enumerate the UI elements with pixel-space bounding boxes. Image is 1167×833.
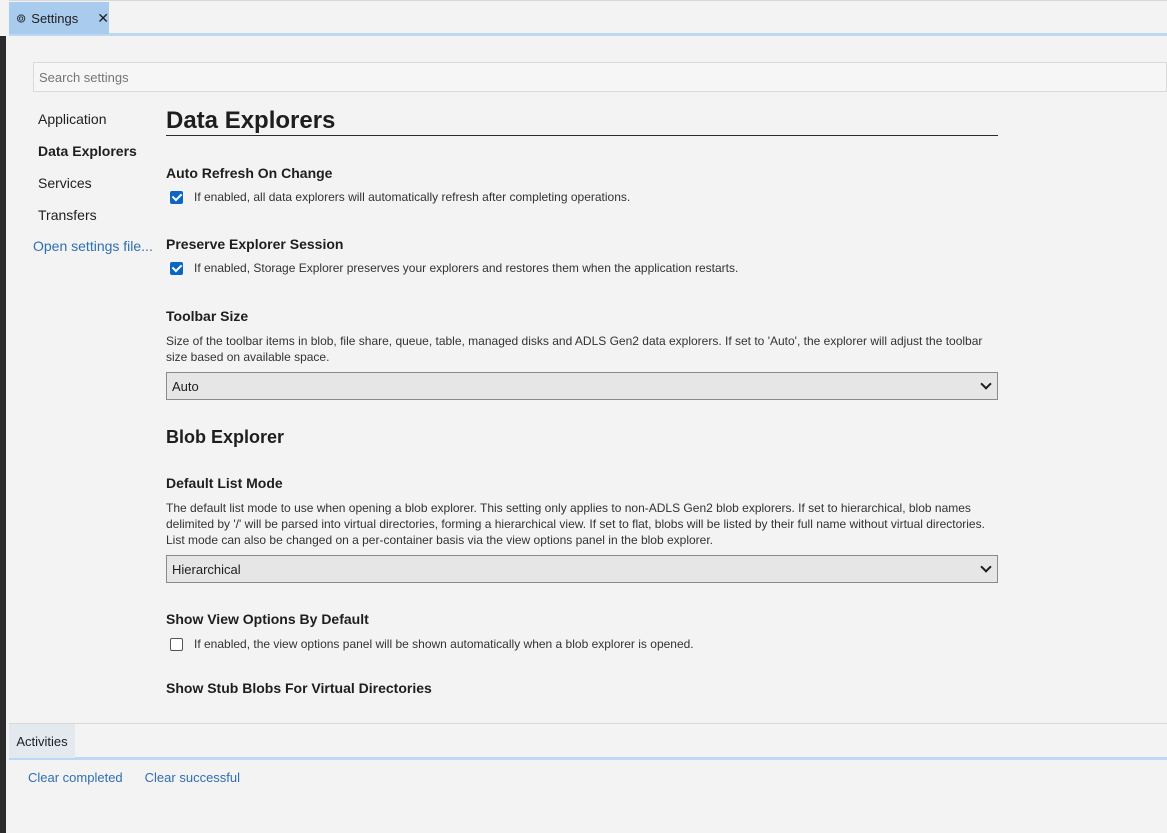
preserve-session-checkbox[interactable] [170,261,183,275]
nav-item-transfers[interactable]: Transfers [38,205,158,237]
nav-item-data-explorers[interactable]: Data Explorers [38,141,158,173]
nav-item-application[interactable]: Application [38,109,158,141]
setting-title: Preserve Explorer Session [166,236,344,252]
open-settings-file-link[interactable]: Open settings file... [33,238,153,254]
tab-settings[interactable]: Settings ✕ [9,2,109,34]
auto-refresh-checkbox[interactable] [170,190,183,204]
close-icon[interactable]: ✕ [97,10,109,27]
select-value: Hierarchical [172,561,241,577]
window-edge [0,0,6,833]
setting-toolbar-size: Toolbar Size Size of the toolbar items i… [166,308,998,400]
clear-successful-link[interactable]: Clear successful [145,770,240,785]
setting-description: If enabled, Storage Explorer preserves y… [194,261,739,275]
setting-show-view-options: Show View Options By Default If enabled,… [166,611,998,651]
setting-description: If enabled, all data explorers will auto… [194,190,631,204]
show-view-options-checkbox[interactable] [170,637,183,651]
setting-description: The default list mode to use when openin… [166,501,985,547]
bottom-panel-tab-bar: Activities [9,723,1167,760]
settings-nav: Application Data Explorers Services Tran… [33,109,158,254]
setting-auto-refresh: Auto Refresh On Change If enabled, all d… [166,165,998,204]
tab-activities[interactable]: Activities [9,724,75,758]
setting-description: Size of the toolbar items in blob, file … [166,334,983,364]
setting-title: Toolbar Size [166,308,249,324]
setting-title: Show View Options By Default [166,611,369,627]
activity-actions: Clear completed Clear successful [28,770,240,785]
gear-icon [16,13,26,23]
setting-default-list-mode: Default List Mode The default list mode … [166,475,998,583]
toolbar-size-select[interactable]: Auto [166,372,998,400]
chevron-down-icon [980,561,992,573]
page-title: Data Explorers [166,100,998,136]
section-title-blob-explorer: Blob Explorer [166,427,285,447]
chevron-down-icon [980,378,992,390]
tab-bar: Settings ✕ [9,0,1167,36]
setting-preserve-session: Preserve Explorer Session If enabled, St… [166,236,998,275]
default-list-mode-select[interactable]: Hierarchical [166,555,998,583]
select-value: Auto [172,378,199,394]
clear-completed-link[interactable]: Clear completed [28,770,123,785]
setting-title: Default List Mode [166,475,283,491]
nav-item-services[interactable]: Services [38,173,158,205]
setting-title-show-stub-blobs: Show Stub Blobs For Virtual Directories [166,680,432,696]
setting-title: Auto Refresh On Change [166,165,333,181]
setting-description: If enabled, the view options panel will … [194,637,694,651]
tab-label: Settings [31,10,79,26]
settings-content[interactable]: Data Explorers Auto Refresh On Change If… [166,100,998,703]
window-edge-top [0,0,9,36]
search-input[interactable] [33,62,1167,92]
